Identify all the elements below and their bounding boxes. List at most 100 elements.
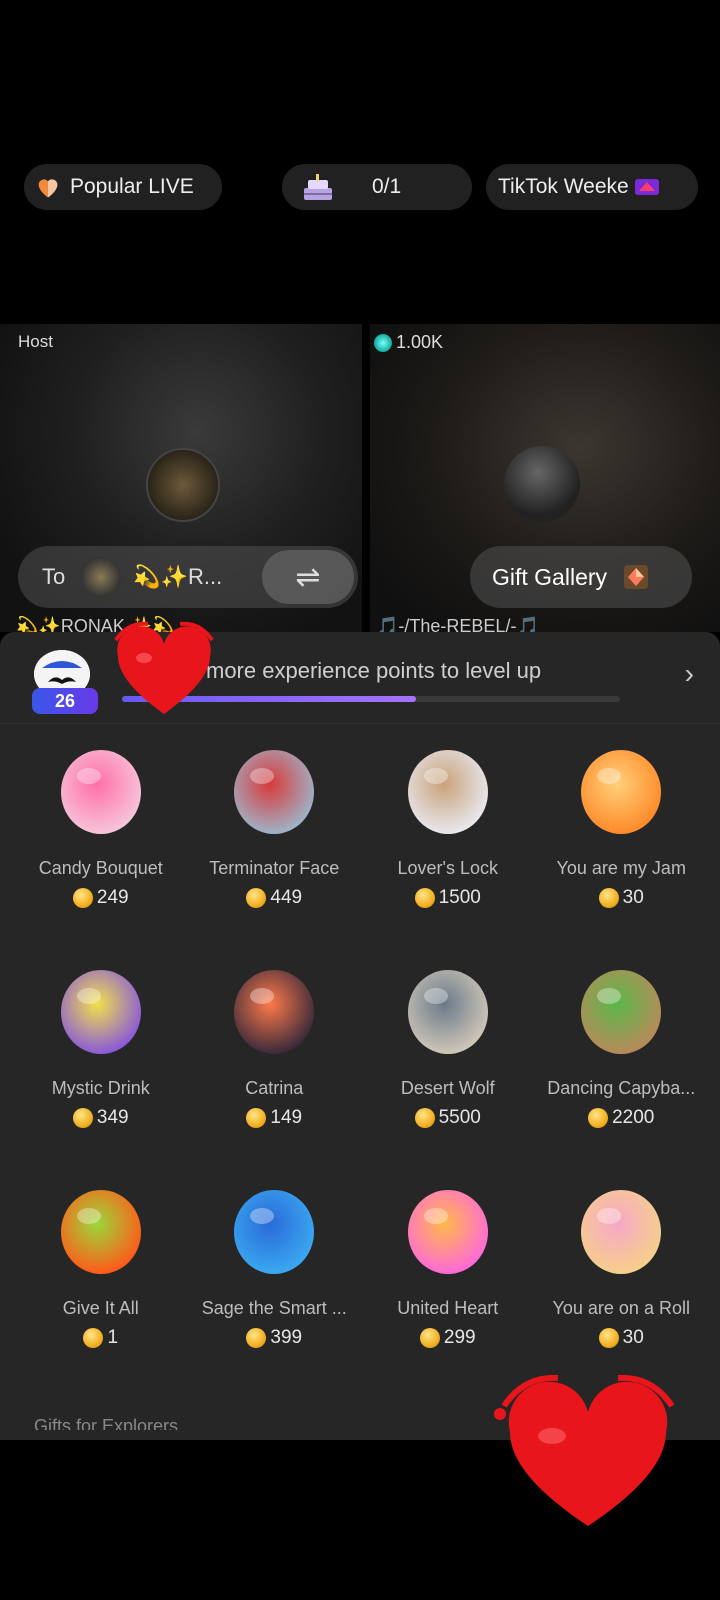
- recipient-name: 💫✨R...: [133, 564, 223, 589]
- gift-price: 449: [246, 887, 302, 909]
- host-avatar[interactable]: [146, 448, 220, 522]
- coin-icon: [246, 1108, 267, 1128]
- gift-name: Candy Bouquet: [38, 858, 163, 878]
- capybara-icon: [581, 970, 662, 1054]
- gift-gallery-label: Gift Gallery: [492, 563, 608, 590]
- united-heart-icon: [407, 1190, 488, 1274]
- host-label: Host: [18, 332, 53, 351]
- swap-recipient-button[interactable]: ⇌: [262, 550, 354, 604]
- gift-price: 2200: [588, 1107, 654, 1129]
- gift-price-value: 249: [96, 887, 129, 908]
- floating-heart-icon: [114, 621, 214, 714]
- gift-item[interactable]: Give It All 1: [14, 1178, 188, 1378]
- jam-jar-icon: [581, 750, 662, 834]
- level-badge: 26: [32, 688, 98, 714]
- gift-gallery-button[interactable]: Gift Gallery: [470, 546, 692, 608]
- gift-name: United Heart: [397, 1298, 499, 1318]
- guest-avatar[interactable]: [504, 446, 580, 522]
- terminator-face-icon: [234, 750, 315, 834]
- cake-roll-icon: [581, 1190, 662, 1274]
- tiktok-weekend-label: TikTok Weeke: [498, 175, 629, 198]
- level-up-hint: more experience points to level up: [206, 658, 542, 683]
- gift-name: Desert Wolf: [400, 1078, 495, 1098]
- coin-icon: [72, 1108, 93, 1128]
- chevron-right-icon[interactable]: ›: [685, 658, 694, 690]
- gift-name: Terminator Face: [209, 858, 340, 878]
- host-video-tile[interactable]: Host To 💫✨R... ⇌ 💫✨RONAK ✨💫: [0, 324, 362, 636]
- goal-progress-pill[interactable]: 0/1: [282, 164, 472, 210]
- recipient-avatar: [81, 557, 122, 597]
- gift-name: Catrina: [245, 1078, 304, 1098]
- candy-bouquet-icon: [60, 750, 141, 834]
- heart-icon: [38, 179, 58, 198]
- gift-price-value: 1500: [438, 887, 481, 908]
- desert-wolf-icon: [407, 970, 488, 1054]
- swap-icon: ⇌: [295, 560, 321, 594]
- gift-item[interactable]: Candy Bouquet 249: [14, 738, 188, 938]
- gift-price-value: 30: [622, 1327, 644, 1348]
- gift-price-value: 5500: [438, 1107, 481, 1128]
- catrina-icon: [234, 970, 315, 1054]
- coin-icon: [414, 1108, 435, 1128]
- gift-price: 5500: [414, 1107, 481, 1129]
- gift-price: 1: [83, 1327, 118, 1349]
- gift-name: You are on a Roll: [552, 1298, 690, 1318]
- gift-name: Sage the Smart ...: [201, 1298, 347, 1318]
- gift-category-label[interactable]: Gifts for Explorers: [34, 1416, 178, 1430]
- gift-item[interactable]: Catrina 149: [188, 958, 362, 1158]
- gift-name: Mystic Drink: [51, 1078, 150, 1098]
- gift-name: Dancing Capyba...: [547, 1078, 696, 1098]
- level-number: 26: [54, 690, 76, 711]
- weekend-badge-icon: [634, 179, 659, 195]
- to-label: To: [42, 564, 66, 589]
- coin-icon: [246, 1328, 267, 1348]
- popular-live-pill[interactable]: Popular LIVE: [24, 164, 222, 210]
- gift-price: 1500: [414, 887, 481, 909]
- coin-icon: [83, 1328, 104, 1348]
- gift-price: 249: [72, 887, 129, 909]
- floating-heart-icon: [494, 1374, 675, 1526]
- gift-price: 30: [598, 1327, 644, 1349]
- gift-item[interactable]: You are my Jam 30: [535, 738, 709, 938]
- gift-panel: 26 more experience points to level up › …: [0, 632, 720, 1440]
- coin-icon: [374, 333, 392, 352]
- guest-coins: 1.00K: [374, 332, 443, 353]
- gift-item[interactable]: Lover's Lock 1500: [361, 738, 535, 938]
- guest-video-tile[interactable]: 1.00K Gift Gallery 🎵-/The-REBEL/-🎵: [370, 324, 720, 636]
- gift-item[interactable]: United Heart 299: [361, 1178, 535, 1378]
- gift-price-value: 299: [443, 1327, 476, 1348]
- gift-price-value: 149: [270, 1107, 303, 1128]
- gift-recipient-selector[interactable]: To 💫✨R... ⇌: [18, 546, 358, 608]
- goal-progress-label: 0/1: [372, 175, 402, 198]
- gift-price-value: 2200: [612, 1107, 655, 1128]
- gift-item[interactable]: Terminator Face 449: [188, 738, 362, 938]
- coin-icon: [598, 888, 619, 908]
- gift-name: You are my Jam: [556, 858, 686, 878]
- gift-price-value: 349: [96, 1107, 129, 1128]
- cake-icon: [304, 174, 332, 200]
- coin-icon: [414, 888, 435, 908]
- gift-gallery-icon: [624, 565, 649, 589]
- gift-price: 399: [246, 1327, 302, 1349]
- gift-price: 349: [72, 1107, 129, 1129]
- mystic-drink-icon: [60, 970, 141, 1054]
- flaming-wheel-icon: [60, 1190, 141, 1274]
- coin-icon: [419, 1328, 440, 1348]
- gift-price-value: 449: [270, 887, 303, 908]
- gift-item[interactable]: Mystic Drink 349: [14, 958, 188, 1158]
- tiktok-weekend-pill[interactable]: TikTok Weeke: [486, 164, 698, 210]
- coin-icon: [72, 888, 93, 908]
- popular-live-label: Popular LIVE: [70, 175, 194, 198]
- guest-coins-value: 1.00K: [396, 332, 444, 352]
- sage-icon: [234, 1190, 315, 1274]
- gift-price-value: 30: [622, 887, 644, 908]
- gift-item[interactable]: Sage the Smart ... 399: [188, 1178, 362, 1378]
- gift-item[interactable]: Desert Wolf 5500: [361, 958, 535, 1158]
- gift-price: 149: [246, 1107, 302, 1129]
- gift-name: Lover's Lock: [397, 858, 499, 878]
- coin-icon: [588, 1108, 609, 1128]
- gift-price: 30: [598, 887, 644, 909]
- coin-icon: [598, 1328, 619, 1348]
- gift-item[interactable]: Dancing Capyba... 2200: [535, 958, 709, 1158]
- gift-item[interactable]: You are on a Roll 30: [535, 1178, 709, 1378]
